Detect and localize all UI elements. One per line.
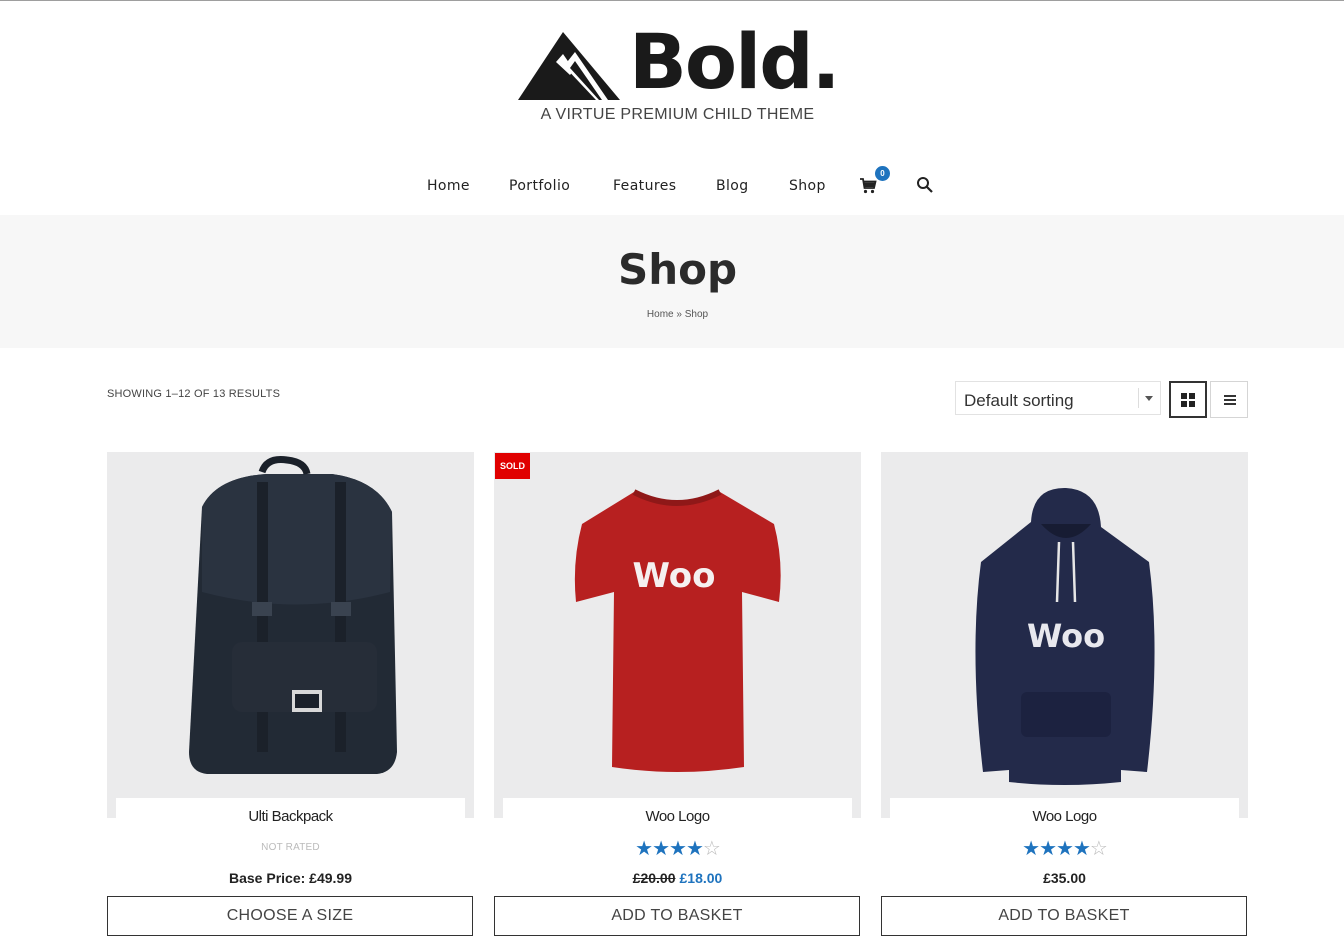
star-full-icon: ★: [652, 836, 670, 860]
product-price: £20.00 £18.00: [494, 870, 861, 886]
list-view-button[interactable]: [1210, 381, 1248, 418]
grid-view-icon: [1181, 393, 1195, 407]
hoodie-print-text: Woo: [1027, 617, 1105, 655]
result-count: SHOWING 1–12 OF 13 RESULTS: [107, 388, 281, 400]
sort-select[interactable]: Default sorting: [955, 381, 1161, 415]
cart-count-badge: 0: [875, 166, 890, 181]
star-full-icon: ★: [669, 836, 687, 860]
product-card: Woo Woo Logo ★★★★☆ £35.00 ADD TO BASKET: [881, 452, 1248, 942]
logo-wordmark: Bold.: [629, 17, 840, 106]
chevron-down-icon: [1145, 396, 1153, 401]
nav-item-portfolio[interactable]: Portfolio: [509, 178, 570, 194]
tshirt-illustration: Woo: [574, 489, 781, 772]
star-rating: ★★★★☆: [494, 836, 861, 860]
rating-text: NOT RATED: [261, 842, 320, 853]
star-full-icon: ★: [1039, 836, 1057, 860]
star-full-icon: ★: [1022, 836, 1040, 860]
backpack-illustration: [189, 456, 397, 774]
old-price: £20.00: [632, 870, 676, 886]
product-card: Ulti Backpack NOT RATED Base Price: £49.…: [107, 452, 474, 942]
choose-size-button[interactable]: CHOOSE A SIZE: [107, 896, 473, 936]
tshirt-print-text: Woo: [632, 556, 715, 596]
page-header-band: Shop Home » Shop: [0, 215, 1344, 348]
product-price: Base Price: £49.99: [229, 870, 352, 886]
backpack-image[interactable]: [107, 452, 474, 818]
nav-item-blog[interactable]: Blog: [716, 178, 749, 194]
sort-value: Default sorting: [964, 391, 1074, 410]
cart-button[interactable]: 0: [860, 166, 890, 198]
search-icon[interactable]: [916, 176, 934, 194]
add-to-basket-button[interactable]: ADD TO BASKET: [494, 896, 860, 936]
nav-item-features[interactable]: Features: [613, 178, 676, 194]
star-full-icon: ★: [1072, 836, 1091, 860]
product-title[interactable]: Woo Logo: [494, 808, 861, 825]
star-rating: ★★★★☆: [881, 836, 1248, 860]
site-tagline: A VIRTUE PREMIUM CHILD THEME: [540, 106, 815, 123]
hoodie-illustration: Woo: [975, 487, 1155, 785]
add-to-basket-button[interactable]: ADD TO BASKET: [881, 896, 1247, 936]
sale-price: £18.00: [679, 870, 723, 886]
product-price: £35.00: [1043, 870, 1086, 886]
page-title: Shop: [617, 245, 738, 294]
star-full-icon: ★: [1056, 836, 1074, 860]
nav-item-home[interactable]: Home: [427, 178, 470, 194]
nav-item-shop[interactable]: Shop: [789, 178, 826, 194]
red-tshirt-image[interactable]: Woo SOLD: [494, 452, 861, 818]
star-full-icon: ★: [635, 836, 653, 860]
list-view-icon: [1224, 395, 1236, 405]
grid-view-button[interactable]: [1169, 381, 1207, 418]
top-border: [0, 0, 1344, 1]
star-empty-icon: ☆: [702, 836, 721, 860]
cart-icon: [860, 178, 877, 194]
sort-divider: [1138, 388, 1139, 408]
product-card: Woo SOLD Woo Logo ★★★★☆ £20.00 £18.00 ADD…: [494, 452, 861, 942]
star-full-icon: ★: [685, 836, 704, 860]
navy-hoodie-image[interactable]: Woo: [881, 452, 1248, 818]
product-title[interactable]: Ulti Backpack: [107, 808, 474, 825]
site-logo[interactable]: Bold.: [518, 18, 840, 106]
product-title[interactable]: Woo Logo: [881, 808, 1248, 825]
mountain-logo-icon: [518, 32, 620, 100]
sold-badge: SOLD: [495, 453, 530, 479]
main-nav: Home Portfolio Features Blog Shop 0: [0, 166, 1344, 198]
star-empty-icon: ☆: [1089, 836, 1108, 860]
breadcrumb[interactable]: Home » Shop: [0, 309, 1344, 320]
